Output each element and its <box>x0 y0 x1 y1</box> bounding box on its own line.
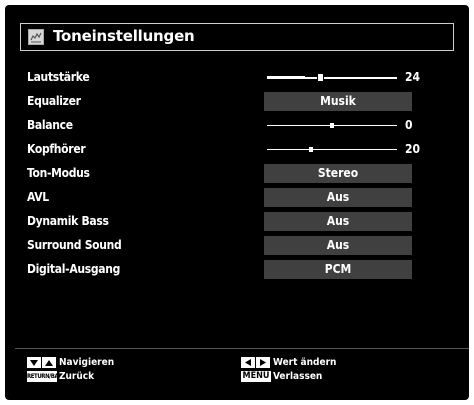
setting-row-headphone[interactable]: Kopfhörer 20 <box>27 139 447 161</box>
setting-value[interactable]: PCM <box>264 260 412 279</box>
setting-label: Equalizer <box>27 94 81 108</box>
menu-key: MENU <box>241 371 271 382</box>
setting-row-avl[interactable]: AVL Aus <box>27 187 447 209</box>
navigate-hint: Navigieren <box>59 357 115 368</box>
arrow-up-icon <box>42 357 56 368</box>
setting-row-sound-mode[interactable]: Ton-Modus Stereo <box>27 163 447 185</box>
setting-row-surround[interactable]: Surround Sound Aus <box>27 235 447 257</box>
setting-label: Balance <box>27 118 73 132</box>
setting-label: Surround Sound <box>27 238 122 252</box>
setting-value[interactable]: Aus <box>264 188 412 207</box>
volume-slider[interactable] <box>267 73 397 82</box>
setting-row-equalizer[interactable]: Equalizer Musik <box>27 91 447 113</box>
change-value-hint: Wert ändern <box>273 357 337 368</box>
setting-row-dynamic-bass[interactable]: Dynamik Bass Aus <box>27 211 447 233</box>
setting-label: Digital-Ausgang <box>27 262 121 276</box>
arrow-right-icon <box>256 357 270 368</box>
setting-value[interactable]: Stereo <box>264 164 412 183</box>
sound-settings-icon <box>28 29 44 45</box>
setting-row-volume[interactable]: Lautstärke 24 <box>27 67 447 89</box>
menu-header: Toneinstellungen <box>20 23 454 51</box>
setting-row-digital-output[interactable]: Digital-Ausgang PCM <box>27 259 447 281</box>
arrow-down-icon <box>27 357 41 368</box>
setting-label: Lautstärke <box>27 70 90 84</box>
setting-value[interactable]: Aus <box>264 236 412 255</box>
setting-label: AVL <box>27 190 49 204</box>
setting-label: Ton-Modus <box>27 166 90 180</box>
arrow-left-icon <box>241 357 255 368</box>
setting-value: 0 <box>405 118 413 132</box>
setting-value[interactable]: Aus <box>264 212 412 231</box>
headphone-slider[interactable] <box>267 147 397 152</box>
headphone-slider-knob[interactable] <box>309 147 313 152</box>
back-hint: Zurück <box>59 371 95 382</box>
setting-value: 20 <box>405 142 421 156</box>
volume-slider-knob[interactable] <box>317 73 324 82</box>
setting-label: Kopfhörer <box>27 142 86 156</box>
balance-slider[interactable] <box>267 123 397 128</box>
footer-divider <box>15 348 469 349</box>
menu-screen: Toneinstellungen Lautstärke 24 Equalizer… <box>5 5 469 400</box>
page-title: Toneinstellungen <box>53 27 195 45</box>
return-back-key: RETURN/BACK <box>27 371 66 382</box>
balance-slider-knob[interactable] <box>330 123 334 128</box>
setting-value: 24 <box>405 70 421 84</box>
volume-slider-fill <box>267 76 305 79</box>
setting-value[interactable]: Musik <box>264 92 412 111</box>
setting-label: Dynamik Bass <box>27 214 109 228</box>
setting-row-balance[interactable]: Balance 0 <box>27 115 447 137</box>
exit-hint: Verlassen <box>273 371 323 382</box>
